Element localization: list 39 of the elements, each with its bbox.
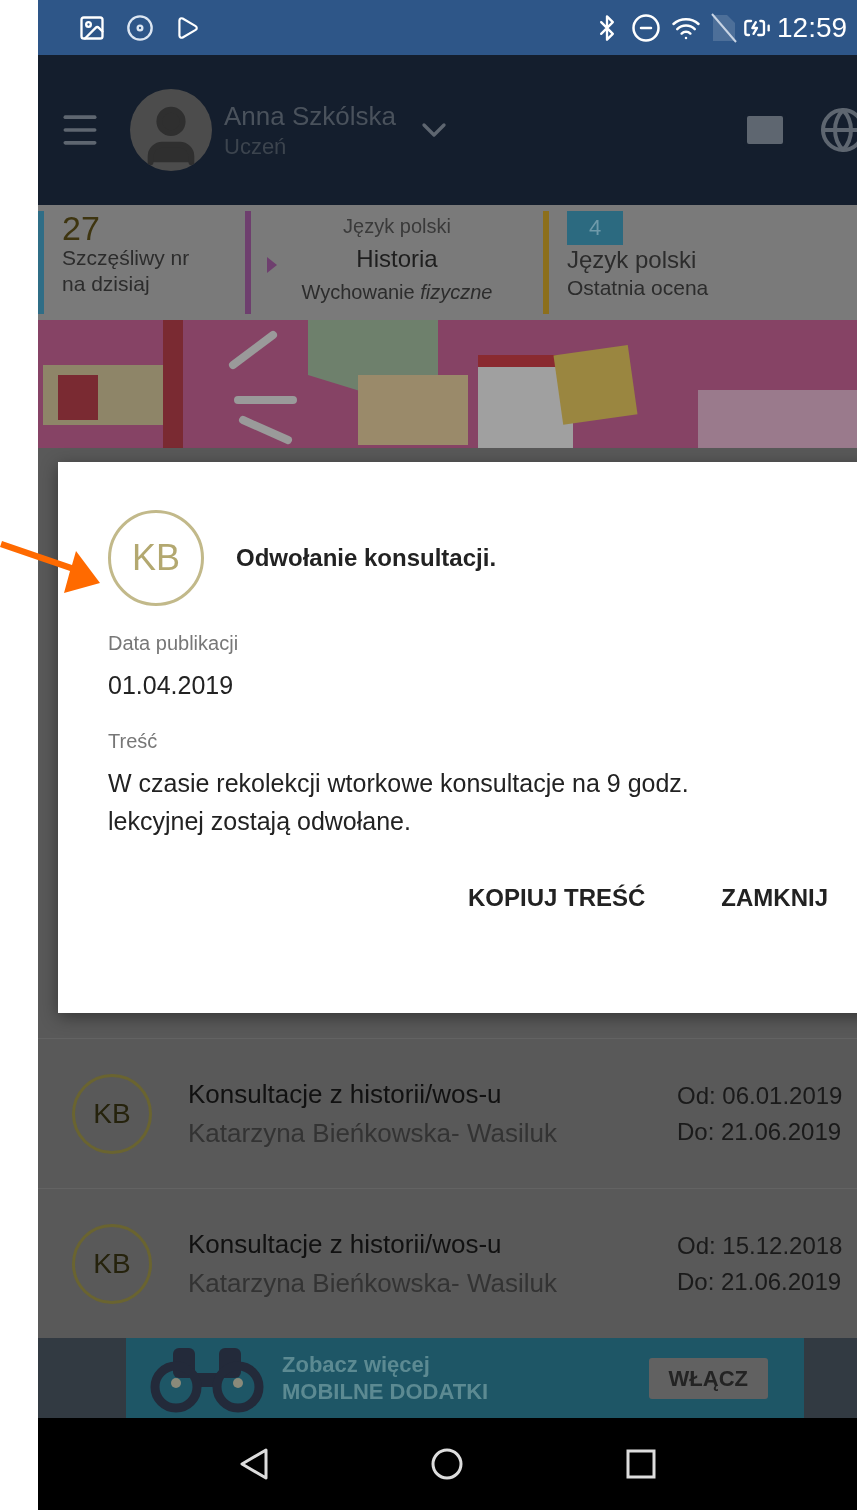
date-from: Od: 15.12.2018 <box>677 1230 844 1261</box>
dialog-title: Odwołanie konsultacji. <box>236 543 497 573</box>
field-label: Data publikacji <box>108 631 240 656</box>
field-value: W czasie rekolekcji wtorkowe konsultacje na 9 godz. lekcyjnej zostają odwołane. <box>108 768 690 837</box>
ad-banner[interactable]: Zobacz więcej MOBILNE DODATKI WŁĄCZ <box>126 1338 804 1418</box>
field-value: 01.04.2019 <box>108 670 235 701</box>
dialog-button[interactable]: ZAMKNIJ <box>721 880 828 916</box>
back-icon[interactable] <box>238 1447 269 1481</box>
grade-badge: 4 <box>567 211 624 245</box>
date-to: Do: 21.06.2019 <box>677 1266 843 1297</box>
enable-button[interactable]: WŁĄCZ <box>648 1357 768 1399</box>
clock: 12:59 <box>777 10 849 45</box>
consultation-title: Konsultacje z historii/wos-u <box>188 1077 503 1111</box>
dialog-button[interactable]: KOPIUJ TREŚĆ <box>467 880 646 916</box>
lucky-number: 27 <box>62 211 101 245</box>
globe-icon[interactable] <box>819 106 857 154</box>
no-sim-icon <box>711 12 737 43</box>
initials-avatar: KB <box>108 510 204 606</box>
grade-subject: Język polski <box>567 245 697 275</box>
ad-subheadline: MOBILNE DODATKI <box>282 1378 490 1406</box>
field-label: Treść <box>108 729 159 754</box>
image-icon <box>78 13 106 42</box>
home-icon[interactable] <box>430 1447 465 1481</box>
initials-avatar: KB <box>72 1073 152 1154</box>
lucky-number-label: Szczęśliwy nr <box>62 245 190 271</box>
grade-label: Ostatnia ocena <box>567 275 709 301</box>
initials-avatar: KB <box>72 1223 152 1304</box>
current-marker-icon <box>267 257 277 273</box>
ad-headline: Zobacz więcej <box>282 1350 431 1378</box>
disc-icon <box>126 13 154 42</box>
date-to: Do: 21.06.2019 <box>677 1116 843 1147</box>
recents-icon[interactable] <box>626 1449 657 1479</box>
do-not-disturb-icon <box>631 12 661 43</box>
lucky-number-label: na dzisiaj <box>62 271 151 298</box>
current-lesson: Historia <box>356 244 438 274</box>
date-from: Od: 06.01.2019 <box>677 1080 844 1111</box>
next-lesson: Wychowanie fizyczne <box>301 280 493 305</box>
previous-lesson: Język polski <box>343 214 451 239</box>
consultation-title: Konsultacje z historii/wos-u <box>188 1227 503 1261</box>
